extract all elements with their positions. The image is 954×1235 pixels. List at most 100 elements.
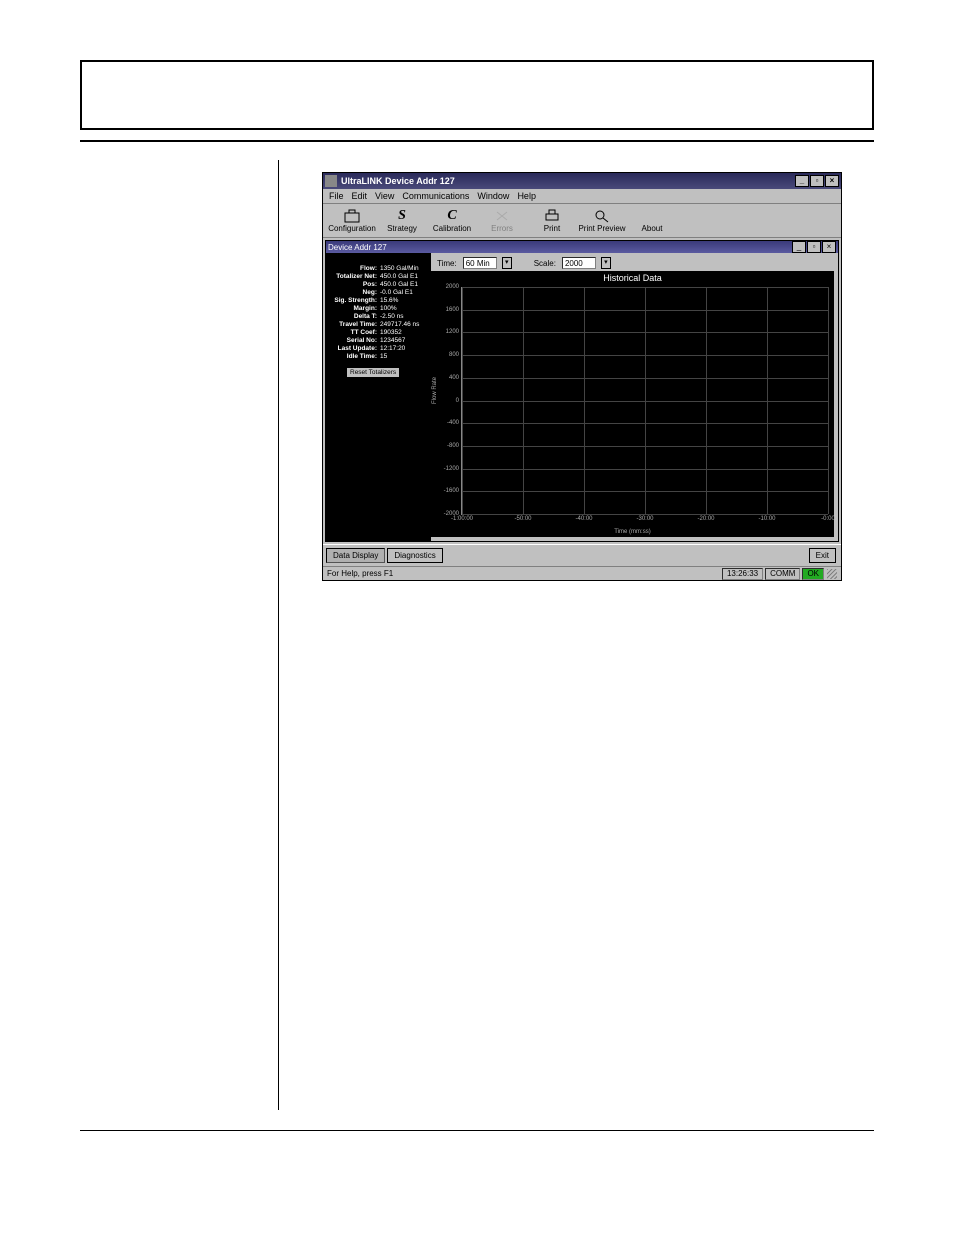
chart-gridline-v (462, 287, 463, 514)
titlebar: UltraLINK Device Addr 127 _ ▫ × (323, 173, 841, 189)
status-comm-ok: OK (802, 568, 824, 580)
bottom-bar: Data Display Diagnostics Exit (323, 544, 841, 566)
data-row-label: Pos: (328, 281, 380, 289)
child-restore-button[interactable]: ▫ (807, 241, 821, 253)
data-row-value: -0.0 Gal E1 (380, 289, 427, 297)
toolbar-label: Calibration (433, 224, 471, 233)
page-bottom-rule (80, 1130, 874, 1131)
reset-totalizers-button[interactable]: Reset Totalizers (346, 367, 400, 378)
window-title: UltraLINK Device Addr 127 (341, 176, 455, 186)
toolbar-about[interactable]: About (627, 206, 677, 235)
menu-help[interactable]: Help (517, 191, 536, 201)
print-icon (543, 208, 561, 224)
data-row-label: Serial No: (328, 337, 380, 345)
minimize-button[interactable]: _ (795, 175, 809, 187)
chart-ylabel: Flow Rate (432, 377, 438, 404)
statusbar: For Help, press F1 13:26:33 COMM OK (323, 566, 841, 580)
menu-view[interactable]: View (375, 191, 394, 201)
data-row-label: Neg: (328, 289, 380, 297)
child-titlebar: Device Addr 127 _ ▫ × (326, 241, 838, 253)
chart-xtick: -10:00 (758, 516, 775, 522)
scale-select[interactable]: 2000 (562, 257, 596, 269)
toolbar-print[interactable]: Print (527, 206, 577, 235)
data-row-value: 450.0 Gal E1 (380, 281, 427, 289)
page-header-box (80, 60, 874, 130)
data-row: Serial No:1234567 (328, 337, 427, 345)
data-row-label: Totalizer Net: (328, 273, 380, 281)
app-icon (325, 175, 337, 187)
child-minimize-button[interactable]: _ (792, 241, 806, 253)
data-row-value: 12:17:20 (380, 345, 427, 353)
toolbar-label: Configuration (328, 224, 376, 233)
chart-xtick: -30:00 (636, 516, 653, 522)
toolbar: Configuration S Strategy C Calibration E… (323, 204, 841, 238)
child-window: Device Addr 127 _ ▫ × Flow:1350 Gal/MinT… (325, 240, 839, 542)
diagnostics-button[interactable]: Diagnostics (387, 548, 442, 563)
time-label: Time: (437, 259, 457, 268)
toolbar-configuration[interactable]: Configuration (327, 206, 377, 235)
resize-grip-icon[interactable] (827, 569, 837, 579)
toolbar-label: Errors (491, 224, 513, 233)
chart-ytick: 0 (456, 398, 459, 404)
restore-button[interactable]: ▫ (810, 175, 824, 187)
status-help: For Help, press F1 (327, 569, 393, 578)
exit-button[interactable]: Exit (809, 548, 836, 563)
data-row: TT Coef:190352 (328, 329, 427, 337)
data-row-value: 190352 (380, 329, 427, 337)
data-row-label: Travel Time: (328, 321, 380, 329)
page-vertical-rule (278, 160, 279, 1110)
data-row-label: Delta T: (328, 313, 380, 321)
toolbar-label: About (642, 224, 663, 233)
menu-file[interactable]: File (329, 191, 344, 201)
data-row-value: 1234567 (380, 337, 427, 345)
chart-panel: Time: 60 Min ▾ Scale: 2000 ▾ Historical … (431, 253, 838, 541)
chart-ytick: 1600 (446, 307, 459, 313)
chart-xtick: -20:00 (697, 516, 714, 522)
data-row: Margin:100% (328, 305, 427, 313)
data-row: Pos:450.0 Gal E1 (328, 281, 427, 289)
data-row-label: Sig. Strength: (328, 297, 380, 305)
menubar: File Edit View Communications Window Hel… (323, 189, 841, 204)
toolbar-print-preview[interactable]: Print Preview (577, 206, 627, 235)
chart-gridline-v (523, 287, 524, 514)
data-row-value: -2.50 ns (380, 313, 427, 321)
chart-ytick: 1200 (446, 329, 459, 335)
chart-plot: 2000160012008004000-400-800-1200-1600-20… (461, 287, 828, 515)
data-row: Travel Time:249717.46 ns (328, 321, 427, 329)
status-comm-label: COMM (765, 568, 800, 580)
close-button[interactable]: × (825, 175, 839, 187)
menu-window[interactable]: Window (477, 191, 509, 201)
chart-gridline-h (462, 514, 828, 515)
toolbar-label: Print (544, 224, 560, 233)
page-top-rule (80, 140, 874, 142)
chart-ytick: -400 (447, 420, 459, 426)
time-select[interactable]: 60 Min (463, 257, 497, 269)
data-display-button[interactable]: Data Display (326, 548, 385, 563)
scale-dropdown-icon[interactable]: ▾ (601, 257, 611, 269)
toolbar-strategy[interactable]: S Strategy (377, 206, 427, 235)
chart-ytick: -1200 (444, 466, 459, 472)
time-dropdown-icon[interactable]: ▾ (502, 257, 512, 269)
data-row-label: Last Update: (328, 345, 380, 353)
about-icon (643, 208, 661, 224)
data-row: Last Update:12:17:20 (328, 345, 427, 353)
config-icon (343, 208, 361, 224)
chart-ytick: 800 (449, 352, 459, 358)
preview-icon (593, 208, 611, 224)
data-row: Idle Time:15 (328, 353, 427, 361)
menu-edit[interactable]: Edit (352, 191, 368, 201)
chart-gridline-v (767, 287, 768, 514)
toolbar-calibration[interactable]: C Calibration (427, 206, 477, 235)
scale-label: Scale: (534, 259, 556, 268)
chart-gridline-v (706, 287, 707, 514)
chart-xtick: -40:00 (575, 516, 592, 522)
data-row-value: 1350 Gal/Min (380, 265, 427, 273)
child-close-button[interactable]: × (822, 241, 836, 253)
toolbar-label: Strategy (387, 224, 417, 233)
data-row-label: Flow: (328, 265, 380, 273)
data-row-label: Idle Time: (328, 353, 380, 361)
chart-xlabel: Time (mm:ss) (431, 529, 834, 535)
menu-communications[interactable]: Communications (402, 191, 469, 201)
chart-gridline-v (645, 287, 646, 514)
chart-grid: 2000160012008004000-400-800-1200-1600-20… (461, 287, 828, 515)
